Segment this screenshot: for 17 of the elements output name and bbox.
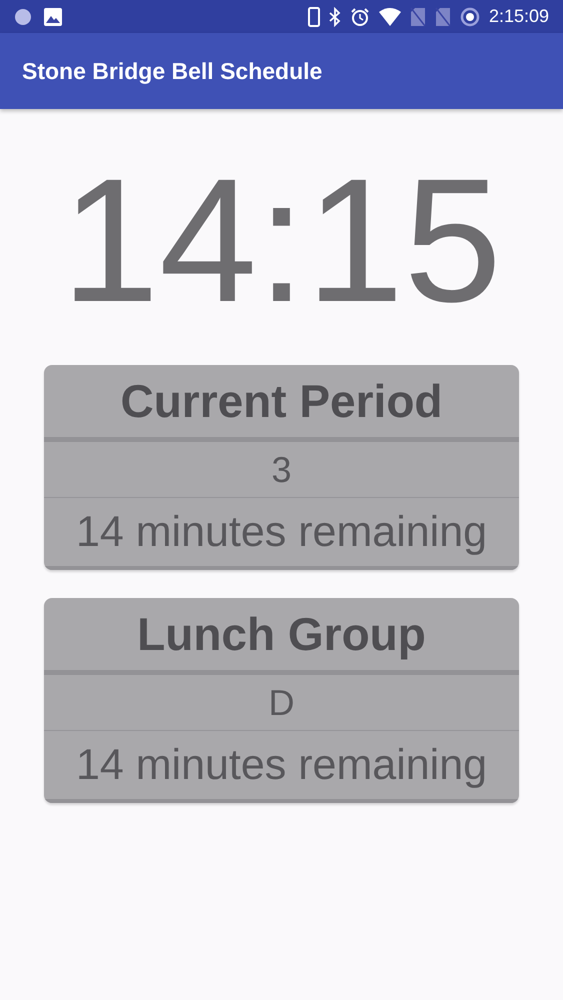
bluetooth-icon bbox=[328, 6, 341, 26]
wifi-icon bbox=[378, 8, 401, 26]
remaining-text: 14 minutes remaining bbox=[76, 740, 488, 790]
card-value: D bbox=[268, 682, 294, 724]
status-time: 2:15:09 bbox=[488, 6, 549, 27]
alarm-icon bbox=[350, 6, 370, 26]
phone-icon bbox=[308, 6, 320, 26]
card-title: Lunch Group bbox=[137, 607, 426, 661]
sim-icon bbox=[434, 6, 451, 26]
card-value: 3 bbox=[271, 448, 292, 490]
sim-icon bbox=[410, 6, 426, 26]
remaining-text: 14 minutes remaining bbox=[76, 508, 488, 556]
clock-time: 14:15 bbox=[60, 153, 503, 329]
app-title: Stone Bridge Bell Schedule bbox=[22, 58, 322, 84]
image-icon bbox=[44, 8, 62, 26]
card-title: Current Period bbox=[120, 374, 443, 428]
circle-icon bbox=[14, 8, 32, 26]
